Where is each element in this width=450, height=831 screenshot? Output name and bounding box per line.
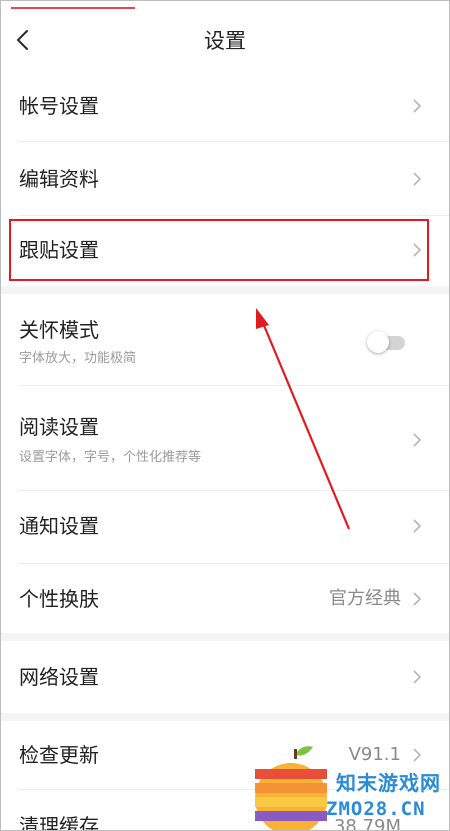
watermark-text: 知末游戏网 (336, 771, 441, 795)
watermark-url: ZMO28.CN (326, 798, 426, 820)
annotation-arrow-icon (256, 308, 351, 530)
settings-screen: 设置 帐号设置 编辑资料 跟贴设置 关怀模式 字体放大，功能极简 阅读设置 设置… (0, 0, 450, 831)
